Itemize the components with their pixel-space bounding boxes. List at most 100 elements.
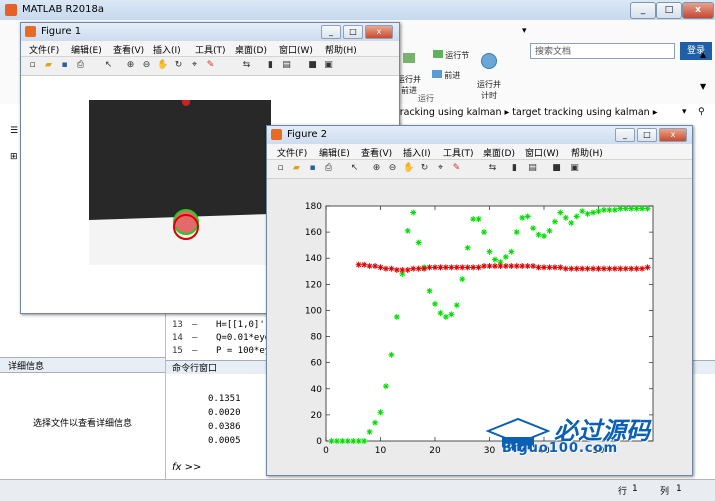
menu-tools[interactable]: 工具(T): [443, 146, 474, 159]
menu-edit[interactable]: 编辑(E): [71, 43, 102, 56]
run-section-button[interactable]: 运行节: [426, 50, 476, 61]
run-and-time-button[interactable]: 运行并 计时: [474, 44, 504, 101]
line-dash: –: [192, 320, 198, 330]
menu-file[interactable]: 文件(F): [277, 146, 307, 159]
maximize-button[interactable]: □: [656, 2, 682, 19]
show-tools-icon[interactable]: ▣: [323, 60, 334, 71]
y-tick-label: 100: [305, 306, 322, 316]
menu-window[interactable]: 窗口(W): [525, 146, 559, 159]
minimize-button[interactable]: _: [615, 128, 635, 142]
colorbar-icon[interactable]: ▮: [509, 163, 520, 174]
video-frame-image: [89, 100, 271, 265]
zoom-in-icon[interactable]: ⊕: [125, 60, 136, 71]
browse-folder-icon[interactable]: ⚲: [698, 107, 705, 117]
new-figure-icon[interactable]: ▫: [27, 60, 38, 71]
close-button[interactable]: x: [659, 128, 687, 142]
plot-area: [325, 205, 654, 442]
search-documentation-input[interactable]: 搜索文档: [530, 43, 675, 59]
menu-insert[interactable]: 插入(I): [403, 146, 431, 159]
new-figure-icon[interactable]: ▫: [275, 163, 286, 174]
ribbon-scroll-down[interactable]: ▼: [700, 82, 706, 91]
save-icon[interactable]: ▪: [59, 60, 70, 71]
details-panel-header: 详细信息: [0, 357, 165, 373]
menu-file[interactable]: 文件(F): [29, 43, 59, 56]
link-icon[interactable]: ⇆: [487, 163, 498, 174]
menu-view[interactable]: 查看(V): [113, 43, 144, 56]
run-section-icon: [432, 50, 443, 58]
link-icon[interactable]: ⇆: [241, 60, 252, 71]
close-button[interactable]: x: [682, 2, 714, 19]
menu-tools[interactable]: 工具(T): [195, 43, 226, 56]
legend-icon[interactable]: ▤: [527, 163, 538, 174]
menu-desktop[interactable]: 桌面(D): [235, 43, 267, 56]
code-line[interactable]: H=[[1,0]',: [216, 320, 270, 330]
maximize-button[interactable]: □: [343, 25, 363, 39]
colorbar-icon[interactable]: ▮: [265, 60, 276, 71]
rotate-icon[interactable]: ↻: [173, 60, 184, 71]
pointer-icon[interactable]: ↖: [349, 163, 360, 174]
figure2-titlebar[interactable]: Figure 2 _ □ x: [267, 126, 692, 144]
open-icon[interactable]: ▰: [43, 60, 54, 71]
command-prompt[interactable]: fx >>: [172, 462, 201, 473]
status-bar: 行 1 列 1: [0, 479, 715, 501]
advance-button[interactable]: 前进: [426, 70, 466, 81]
show-tools-icon[interactable]: ▣: [569, 163, 580, 174]
breadcrumb-item[interactable]: target tracking using kalman: [512, 107, 649, 118]
figure1-titlebar[interactable]: Figure 1 _ □ x: [21, 23, 399, 41]
figure2-menubar: 文件(F) 编辑(E) 查看(V) 插入(I) 工具(T) 桌面(D) 窗口(W…: [267, 144, 692, 160]
menu-view[interactable]: 查看(V): [361, 146, 392, 159]
print-icon[interactable]: ⎙: [75, 60, 86, 71]
run-and-time-label: 运行并 计时: [477, 80, 501, 100]
col-value: 1: [676, 484, 682, 494]
panel-expand-icon[interactable]: ⊞: [10, 152, 18, 162]
details-message: 选择文件以查看详细信息: [32, 419, 132, 429]
legend-icon[interactable]: ▤: [281, 60, 292, 71]
brush-icon[interactable]: ✎: [205, 60, 216, 71]
menu-insert[interactable]: 插入(I): [153, 43, 181, 56]
y-tick-label: 40: [311, 385, 323, 395]
video-frame: [89, 100, 271, 265]
measurement-point: [622, 205, 629, 212]
pan-icon[interactable]: ✋: [157, 60, 168, 71]
save-icon[interactable]: ▪: [307, 163, 318, 174]
zoom-in-icon[interactable]: ⊕: [371, 163, 382, 174]
hide-tools-icon[interactable]: ■: [307, 60, 318, 71]
maximize-button[interactable]: □: [637, 128, 657, 142]
print-icon[interactable]: ⎙: [323, 163, 334, 174]
estimate-point: [622, 265, 629, 272]
data-cursor-icon[interactable]: ⌖: [189, 60, 200, 71]
watermark-logo: 必过源码 Biguo100.com: [486, 407, 686, 467]
breadcrumb[interactable]: tracking using kalman ▸ target tracking …: [396, 107, 657, 118]
code-line[interactable]: Q=0.01*eye: [216, 333, 270, 343]
y-tick-label: 140: [305, 254, 322, 264]
minimize-button[interactable]: _: [321, 25, 341, 39]
brush-icon[interactable]: ✎: [451, 163, 462, 174]
open-icon[interactable]: ▰: [291, 163, 302, 174]
panel-menu-icon[interactable]: ☰: [10, 126, 18, 136]
menu-help[interactable]: 帮助(H): [571, 146, 603, 159]
breadcrumb-item[interactable]: tracking using kalman: [396, 107, 501, 118]
data-cursor-icon[interactable]: ⌖: [435, 163, 446, 174]
menu-edit[interactable]: 编辑(E): [319, 146, 350, 159]
y-tick-label: 180: [305, 202, 322, 212]
hide-tools-icon[interactable]: ■: [551, 163, 562, 174]
menu-window[interactable]: 窗口(W): [279, 43, 313, 56]
close-button[interactable]: x: [365, 25, 393, 39]
pan-icon[interactable]: ✋: [403, 163, 414, 174]
matlab-titlebar: MATLAB R2018a _ □ x: [0, 0, 715, 21]
minimize-button[interactable]: _: [630, 2, 656, 19]
menu-desktop[interactable]: 桌面(D): [483, 146, 515, 159]
row-label: 行: [618, 487, 628, 497]
output-value: 0.0386: [208, 422, 241, 432]
menu-help[interactable]: 帮助(H): [325, 43, 357, 56]
advance-icon: [431, 70, 442, 78]
login-button[interactable]: 登录: [680, 42, 712, 60]
run-advance-icon: [403, 53, 415, 63]
rotate-icon[interactable]: ↻: [419, 163, 430, 174]
figure1-title: Figure 1: [41, 26, 82, 37]
zoom-out-icon[interactable]: ⊖: [387, 163, 398, 174]
folder-dropdown-icon[interactable]: ▾: [682, 107, 687, 117]
zoom-out-icon[interactable]: ⊖: [141, 60, 152, 71]
pointer-icon[interactable]: ↖: [103, 60, 114, 71]
ribbon-scroll-up[interactable]: ▲: [700, 50, 706, 59]
